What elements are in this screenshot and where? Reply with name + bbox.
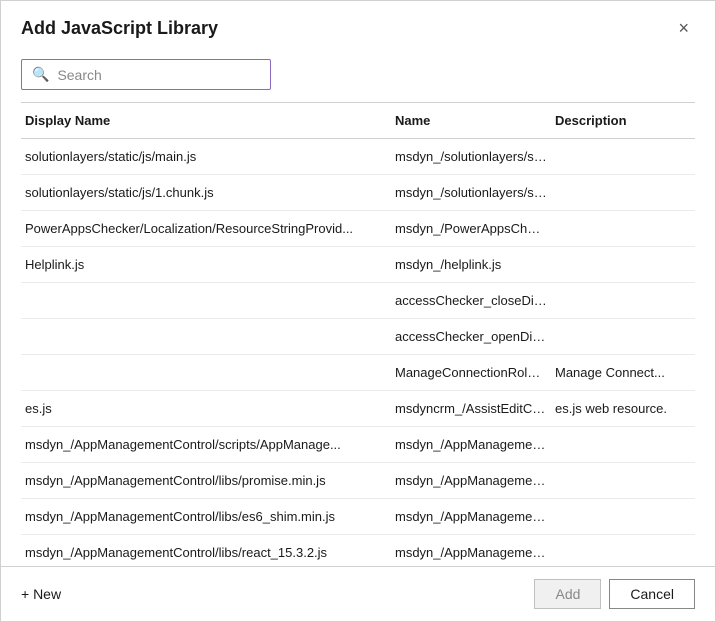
cell-display-name: solutionlayers/static/js/main.js <box>21 143 391 170</box>
table-row[interactable]: msdyn_/AppManagementControl/libs/es6_shi… <box>21 499 695 535</box>
table-container: Display Name Name Description solutionla… <box>21 102 695 566</box>
search-input-wrapper: 🔍 <box>21 59 271 90</box>
dialog-footer: + New Add Cancel <box>1 566 715 621</box>
dialog-header: Add JavaScript Library × <box>1 1 715 51</box>
cell-display-name <box>21 367 391 379</box>
cell-name: accessChecker_closeDialo... <box>391 287 551 314</box>
cell-display-name: PowerAppsChecker/Localization/ResourceSt… <box>21 215 391 242</box>
table-row[interactable]: solutionlayers/static/js/1.chunk.jsmsdyn… <box>21 175 695 211</box>
dialog-title: Add JavaScript Library <box>21 18 218 39</box>
header-description: Description <box>551 111 695 130</box>
cell-name: msdyn_/PowerAppsCheck... <box>391 215 551 242</box>
table-row[interactable]: PowerAppsChecker/Localization/ResourceSt… <box>21 211 695 247</box>
cell-description: es.js web resource. <box>551 395 695 422</box>
cell-description <box>551 475 695 487</box>
table-row[interactable]: msdyn_/AppManagementControl/scripts/AppM… <box>21 427 695 463</box>
cancel-button[interactable]: Cancel <box>609 579 695 609</box>
table-row[interactable]: ManageConnectionRoles...Manage Connect..… <box>21 355 695 391</box>
table-row[interactable]: accessChecker_closeDialo... <box>21 283 695 319</box>
new-button[interactable]: + New <box>21 586 61 602</box>
cell-display-name: solutionlayers/static/js/1.chunk.js <box>21 179 391 206</box>
footer-buttons: Add Cancel <box>534 579 695 609</box>
table-row[interactable]: accessChecker_openDialo... <box>21 319 695 355</box>
header-name: Name <box>391 111 551 130</box>
close-button[interactable]: × <box>672 17 695 39</box>
table-row[interactable]: Helplink.jsmsdyn_/helplink.js <box>21 247 695 283</box>
cell-name: msdyn_/AppManagement... <box>391 503 551 530</box>
table-body: solutionlayers/static/js/main.jsmsdyn_/s… <box>21 139 695 566</box>
cell-display-name <box>21 331 391 343</box>
add-javascript-library-dialog: Add JavaScript Library × 🔍 Display Name … <box>0 0 716 622</box>
table-row[interactable]: es.jsmsdyncrm_/AssistEditCon...es.js web… <box>21 391 695 427</box>
cell-description <box>551 511 695 523</box>
cell-description <box>551 295 695 307</box>
add-button[interactable]: Add <box>534 579 601 609</box>
cell-name: msdyn_/helplink.js <box>391 251 551 278</box>
cell-name: msdyncrm_/AssistEditCon... <box>391 395 551 422</box>
cell-display-name: msdyn_/AppManagementControl/scripts/AppM… <box>21 431 391 458</box>
cell-name: accessChecker_openDialo... <box>391 323 551 350</box>
cell-description <box>551 439 695 451</box>
table-row[interactable]: solutionlayers/static/js/main.jsmsdyn_/s… <box>21 139 695 175</box>
cell-description <box>551 187 695 199</box>
cell-description <box>551 223 695 235</box>
search-icon: 🔍 <box>32 66 49 83</box>
cell-description: Manage Connect... <box>551 359 695 386</box>
cell-display-name: Helplink.js <box>21 251 391 278</box>
search-container: 🔍 <box>1 51 715 102</box>
cell-display-name: msdyn_/AppManagementControl/libs/promise… <box>21 467 391 494</box>
cell-description <box>551 151 695 163</box>
cell-description <box>551 547 695 559</box>
cell-name: msdyn_/AppManagement... <box>391 431 551 458</box>
header-display-name: Display Name <box>21 111 391 130</box>
table-row[interactable]: msdyn_/AppManagementControl/libs/react_1… <box>21 535 695 566</box>
cell-name: msdyn_/solutionlayers/sta... <box>391 143 551 170</box>
table-row[interactable]: msdyn_/AppManagementControl/libs/promise… <box>21 463 695 499</box>
cell-display-name: msdyn_/AppManagementControl/libs/react_1… <box>21 539 391 566</box>
cell-display-name <box>21 295 391 307</box>
cell-name: msdyn_/solutionlayers/sta... <box>391 179 551 206</box>
cell-description <box>551 331 695 343</box>
cell-display-name: msdyn_/AppManagementControl/libs/es6_shi… <box>21 503 391 530</box>
cell-display-name: es.js <box>21 395 391 422</box>
cell-name: msdyn_/AppManagement... <box>391 539 551 566</box>
cell-description <box>551 259 695 271</box>
table-header: Display Name Name Description <box>21 103 695 139</box>
search-input[interactable] <box>57 67 260 83</box>
cell-name: ManageConnectionRoles... <box>391 359 551 386</box>
cell-name: msdyn_/AppManagement... <box>391 467 551 494</box>
